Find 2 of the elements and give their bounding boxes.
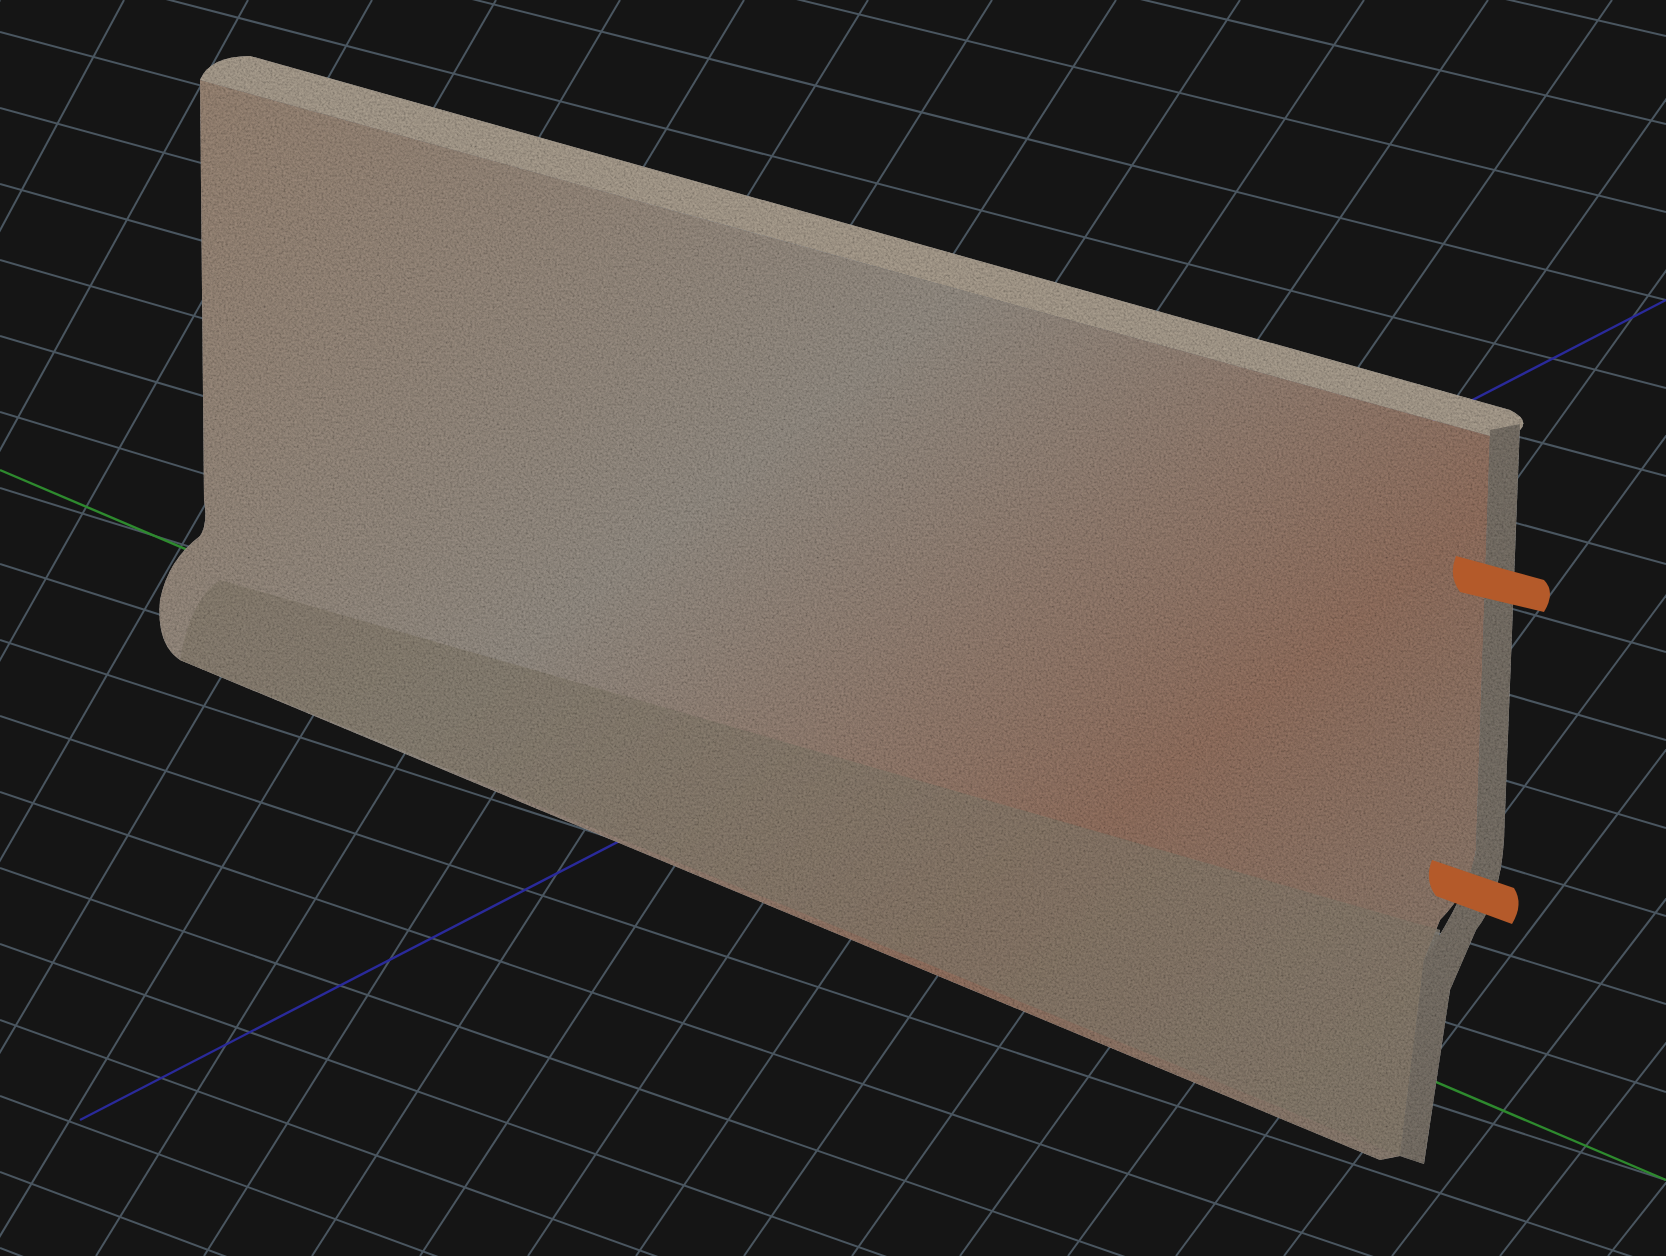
peg-drawing [1452, 556, 1550, 612]
peg-drawing [1428, 860, 1519, 924]
